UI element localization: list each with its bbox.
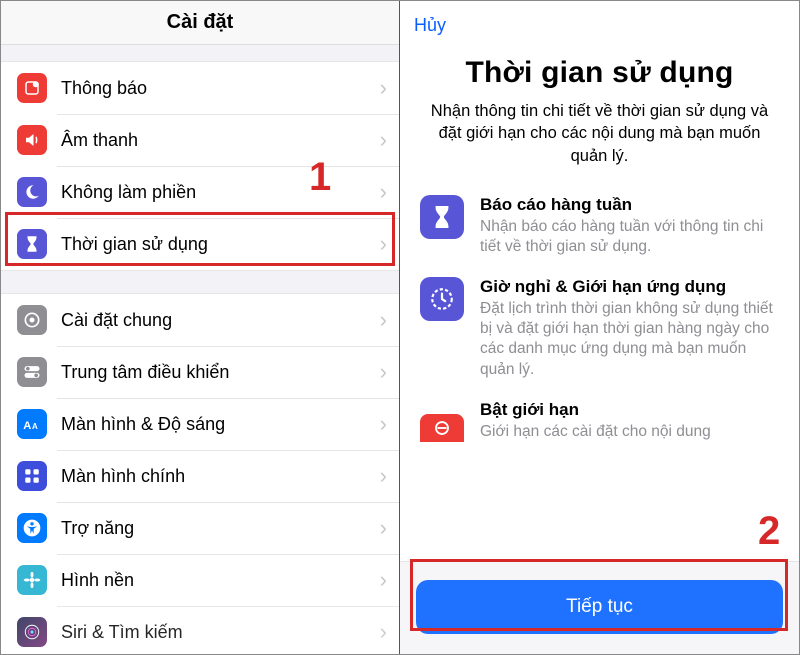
chevron-right-icon: › xyxy=(380,307,387,333)
text-size-icon: AA xyxy=(17,409,47,439)
row-control-center[interactable]: Trung tâm điều khiển › xyxy=(1,346,399,398)
moon-icon xyxy=(17,177,47,207)
row-general[interactable]: Cài đặt chung › xyxy=(1,294,399,346)
hourglass-icon xyxy=(17,229,47,259)
hourglass-icon xyxy=(420,195,464,239)
feature-restrictions: Bật giới hạn Giới hạn các cài đặt cho nộ… xyxy=(420,400,779,442)
clock-icon xyxy=(420,277,464,321)
row-siri[interactable]: Siri & Tìm kiếm › xyxy=(1,606,399,654)
row-dnd[interactable]: Không làm phiền › xyxy=(1,166,399,218)
feature-title: Bật giới hạn xyxy=(480,400,711,420)
grid-icon xyxy=(17,461,47,491)
siri-icon xyxy=(17,617,47,647)
gear-icon xyxy=(17,305,47,335)
feature-desc: Giới hạn các cài đặt cho nội dung xyxy=(480,422,711,442)
row-display[interactable]: AA Màn hình & Độ sáng › xyxy=(1,398,399,450)
annotation-number-2: 2 xyxy=(758,509,780,554)
notification-icon xyxy=(17,73,47,103)
feature-title: Báo cáo hàng tuần xyxy=(480,195,779,215)
chevron-right-icon: › xyxy=(380,463,387,489)
settings-title: Cài đặt xyxy=(1,1,399,45)
chevron-right-icon: › xyxy=(380,515,387,541)
settings-group-2: Cài đặt chung › Trung tâm điều khiển › A… xyxy=(1,293,399,654)
row-screen-time[interactable]: Thời gian sử dụng › xyxy=(1,218,399,270)
row-accessibility[interactable]: Trợ năng › xyxy=(1,502,399,554)
row-sound[interactable]: Âm thanh › xyxy=(1,114,399,166)
settings-group-1: Thông báo › Âm thanh › Không làm phiền › xyxy=(1,61,399,271)
accessibility-icon xyxy=(17,513,47,543)
screen-time-intro-pane: Hủy Thời gian sử dụng Nhận thông tin chi… xyxy=(400,1,799,654)
continue-button[interactable]: Tiếp tục xyxy=(416,580,783,634)
feature-desc: Nhận báo cáo hàng tuần với thông tin chi… xyxy=(480,217,779,257)
chevron-right-icon: › xyxy=(380,359,387,385)
feature-title: Giờ nghỉ & Giới hạn ứng dụng xyxy=(480,277,779,297)
feature-downtime-limits: Giờ nghỉ & Giới hạn ứng dụng Đặt lịch tr… xyxy=(420,277,779,380)
row-wallpaper[interactable]: Hình nền › xyxy=(1,554,399,606)
toggles-icon xyxy=(17,357,47,387)
row-home-screen[interactable]: Màn hình chính › xyxy=(1,450,399,502)
chevron-right-icon: › xyxy=(380,75,387,101)
feature-weekly-report: Báo cáo hàng tuần Nhận báo cáo hàng tuần… xyxy=(420,195,779,257)
sound-icon xyxy=(17,125,47,155)
settings-pane: Cài đặt Thông báo › Âm thanh › K xyxy=(1,1,400,654)
feature-list: Báo cáo hàng tuần Nhận báo cáo hàng tuần… xyxy=(400,195,799,442)
svg-text:A: A xyxy=(32,422,38,431)
chevron-right-icon: › xyxy=(380,179,387,205)
cancel-button[interactable]: Hủy xyxy=(414,11,446,40)
chevron-right-icon: › xyxy=(380,619,387,645)
chevron-right-icon: › xyxy=(380,127,387,153)
page-title: Thời gian sử dụng xyxy=(400,56,799,90)
flower-icon xyxy=(17,565,47,595)
page-subtitle: Nhận thông tin chi tiết về thời gian sử … xyxy=(400,90,799,167)
row-notifications[interactable]: Thông báo › xyxy=(1,62,399,114)
chevron-right-icon: › xyxy=(380,231,387,257)
chevron-right-icon: › xyxy=(380,567,387,593)
restrict-icon xyxy=(420,414,464,442)
chevron-right-icon: › xyxy=(380,411,387,437)
svg-text:A: A xyxy=(23,420,31,432)
feature-desc: Đặt lịch trình thời gian không sử dụng t… xyxy=(480,299,779,380)
bottom-bar: Tiếp tục xyxy=(400,561,799,654)
